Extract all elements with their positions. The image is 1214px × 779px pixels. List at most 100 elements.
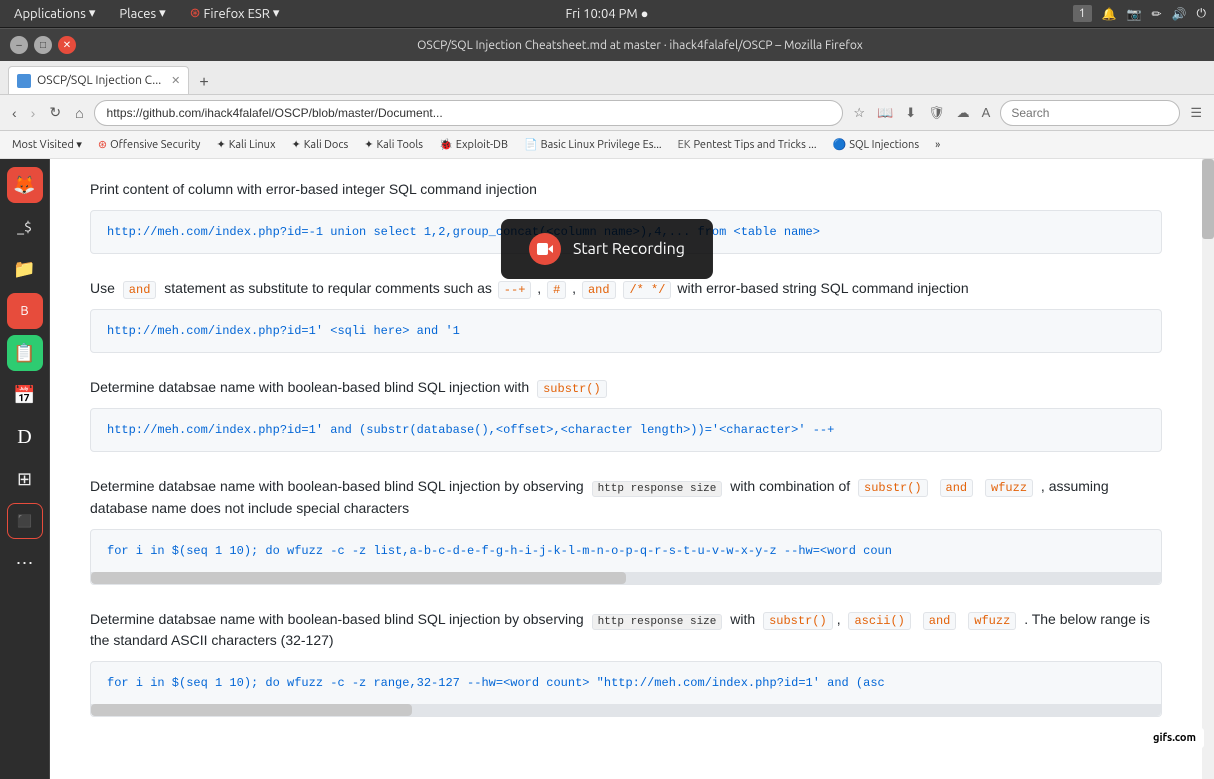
offensive-security-icon: ⊛ (98, 138, 107, 151)
window-title: OSCP/SQL Injection Cheatsheet.md at mast… (76, 39, 1204, 52)
kali-tools-label: Kali Tools (376, 139, 423, 151)
bookmark-kali-docs[interactable]: ✦ Kali Docs (286, 136, 355, 153)
recording-overlay[interactable]: Start Recording (501, 219, 713, 279)
new-tab-button[interactable]: + (193, 72, 214, 94)
section2-heading: Use and statement as substitute to requl… (90, 278, 1162, 299)
places-label: Places (119, 7, 156, 21)
sidebar-calendar-icon[interactable]: 📅 (7, 377, 43, 413)
section3-code: http://meh.com/index.php?id=1' and (subs… (90, 408, 1162, 452)
close-button[interactable]: ✕ (58, 36, 76, 54)
download-btn[interactable]: ⬇ (901, 103, 920, 123)
menu-button[interactable]: ☰ (1186, 103, 1206, 123)
browser-window: – □ ✕ OSCP/SQL Injection Cheatsheet.md a… (0, 28, 1214, 758)
taskbar: Applications ▾ Places ▾ ⊛ Firefox ESR ▾ … (0, 0, 1214, 28)
section-string-injection: Use and statement as substitute to requl… (90, 278, 1162, 353)
bookmark-kali-tools[interactable]: ✦ Kali Tools (358, 136, 429, 153)
section4-heading: Determine databsae name with boolean-bas… (90, 476, 1162, 519)
back-button[interactable]: ‹ (8, 103, 21, 123)
section4-scrollbar[interactable] (91, 572, 1161, 584)
section2-code-text: http://meh.com/index.php?id=1' <sqli her… (107, 324, 460, 338)
section2-use-text: Use (90, 280, 115, 296)
section2-comment1-code: --+ (498, 281, 532, 299)
scrollbar-thumb[interactable] (1202, 159, 1214, 239)
sidebar-notes-icon[interactable]: 📋 (7, 335, 43, 371)
section4-code-block: for i in $(seq 1 10); do wfuzz -c -z lis… (90, 529, 1162, 585)
sync-icon[interactable]: ☁ (953, 103, 974, 123)
section3-code-text: http://meh.com/index.php?id=1' and (subs… (107, 423, 834, 437)
section5-code-text: for i in $(seq 1 10); do wfuzz -c -z ran… (91, 662, 1161, 704)
section-substr-injection: Determine databsae name with boolean-bas… (90, 377, 1162, 452)
pentest-label: Pentest Tips and Tricks ... (694, 139, 817, 151)
bookmark-more[interactable]: » (929, 137, 946, 153)
shield-icon[interactable]: 🛡 (924, 103, 949, 123)
section4-wfuzz-code: wfuzz (985, 479, 1033, 497)
sidebar-burp-icon[interactable]: B (7, 293, 43, 329)
section5-before-text: Determine databsae name with boolean-bas… (90, 611, 584, 627)
sidebar-font-icon[interactable]: D (7, 419, 43, 455)
page-scrollbar[interactable] (1202, 159, 1214, 779)
tab-bar: OSCP/SQL Injection C... ✕ + (0, 61, 1214, 95)
sidebar-terminal-icon[interactable]: _$ (7, 209, 43, 245)
section2-comma2: , (572, 280, 576, 296)
home-button[interactable]: ⌂ (71, 103, 87, 123)
section3-before-text: Determine databsae name with boolean-bas… (90, 379, 529, 395)
notification-icon: 🔔 (1102, 7, 1117, 21)
section2-comma: , (537, 280, 541, 296)
bookmark-kali-linux[interactable]: ✦ Kali Linux (210, 136, 281, 153)
section-wfuzz-injection: Determine databsae name with boolean-bas… (90, 476, 1162, 585)
active-tab[interactable]: OSCP/SQL Injection C... ✕ (8, 66, 189, 94)
section-ascii-injection: Determine databsae name with boolean-bas… (90, 609, 1162, 718)
section5-scrollbar[interactable] (91, 704, 1161, 716)
section1-heading: Print content of column with error-based… (90, 179, 1162, 200)
reader-view[interactable]: 📖 (873, 103, 897, 123)
applications-menu[interactable]: Applications ▾ (8, 4, 101, 23)
sidebar-appfull-icon[interactable]: ⋯ (7, 545, 43, 581)
section4-middle-text: with combination of (730, 478, 850, 494)
taskbar-left: Applications ▾ Places ▾ ⊛ Firefox ESR ▾ (8, 4, 285, 23)
reload-button[interactable]: ↻ (45, 102, 65, 123)
bookmark-sql-injections[interactable]: 🔵 SQL Injections (827, 136, 926, 153)
power-icon: ⏻ (1197, 7, 1207, 21)
sidebar: 🦊 _$ 📁 B 📋 📅 D ⊞ ⬛ ⋯ (0, 159, 50, 779)
font-size-btn[interactable]: A (978, 103, 995, 123)
search-input[interactable] (1000, 100, 1180, 126)
section5-httpsize-code: http response size (592, 614, 723, 630)
exploit-db-icon: 🐞 (439, 138, 453, 151)
bookmark-offensive-security[interactable]: ⊛ Offensive Security (92, 136, 207, 153)
section3-heading: Determine databsae name with boolean-bas… (90, 377, 1162, 398)
bookmark-exploit-db[interactable]: 🐞 Exploit-DB (433, 136, 514, 153)
bookmark-linux-privesc[interactable]: 📄 Basic Linux Privilege Es... (518, 136, 668, 153)
url-bar: ‹ › ↻ ⌂ ☆ 📖 ⬇ 🛡 ☁ A ☰ (0, 95, 1214, 131)
sql-label: SQL Injections (849, 139, 919, 151)
bookmark-pentest-tips[interactable]: EK Pentest Tips and Tricks ... (672, 137, 823, 153)
tab-title: OSCP/SQL Injection C... (37, 74, 161, 87)
sql-icon: 🔵 (833, 138, 847, 151)
taskbar-menu: Applications ▾ Places ▾ ⊛ Firefox ESR ▾ (8, 4, 285, 23)
sidebar-appgrid-icon[interactable]: ⊞ (7, 461, 43, 497)
maximize-button[interactable]: □ (34, 36, 52, 54)
section5-ascii-code: ascii() (848, 612, 910, 630)
section5-heading: Determine databsae name with boolean-bas… (90, 609, 1162, 652)
places-menu[interactable]: Places ▾ (113, 4, 171, 23)
camera-icon: 📷 (1127, 7, 1142, 21)
tab-close-button[interactable]: ✕ (171, 74, 180, 87)
firefox-menu[interactable]: ⊛ Firefox ESR ▾ (184, 4, 286, 23)
section2-and2-code: and (582, 281, 616, 299)
datetime: Fri 10:04 PM ● (565, 7, 648, 21)
section4-before-text: Determine databsae name with boolean-bas… (90, 478, 584, 494)
sidebar-firefox-icon[interactable]: 🦊 (7, 167, 43, 203)
section2-comment2-code: # (547, 281, 566, 299)
sidebar-folder-icon[interactable]: 📁 (7, 251, 43, 287)
kali-tools-icon: ✦ (364, 138, 373, 151)
offensive-security-label: Offensive Security (110, 139, 200, 151)
minimize-button[interactable]: – (10, 36, 28, 54)
bookmark-most-visited[interactable]: Most Visited ▾ (6, 136, 88, 153)
bookmark-star[interactable]: ☆ (849, 103, 869, 123)
url-actions: ☆ 📖 ⬇ 🛡 ☁ A (849, 103, 994, 123)
section4-httpsize-code: http response size (592, 481, 723, 497)
url-input[interactable] (94, 100, 844, 126)
section4-and-code: and (940, 479, 974, 497)
forward-button[interactable]: › (27, 103, 40, 123)
sidebar-terminal2-icon[interactable]: ⬛ (7, 503, 43, 539)
bookmarks-bar: Most Visited ▾ ⊛ Offensive Security ✦ Ka… (0, 131, 1214, 159)
